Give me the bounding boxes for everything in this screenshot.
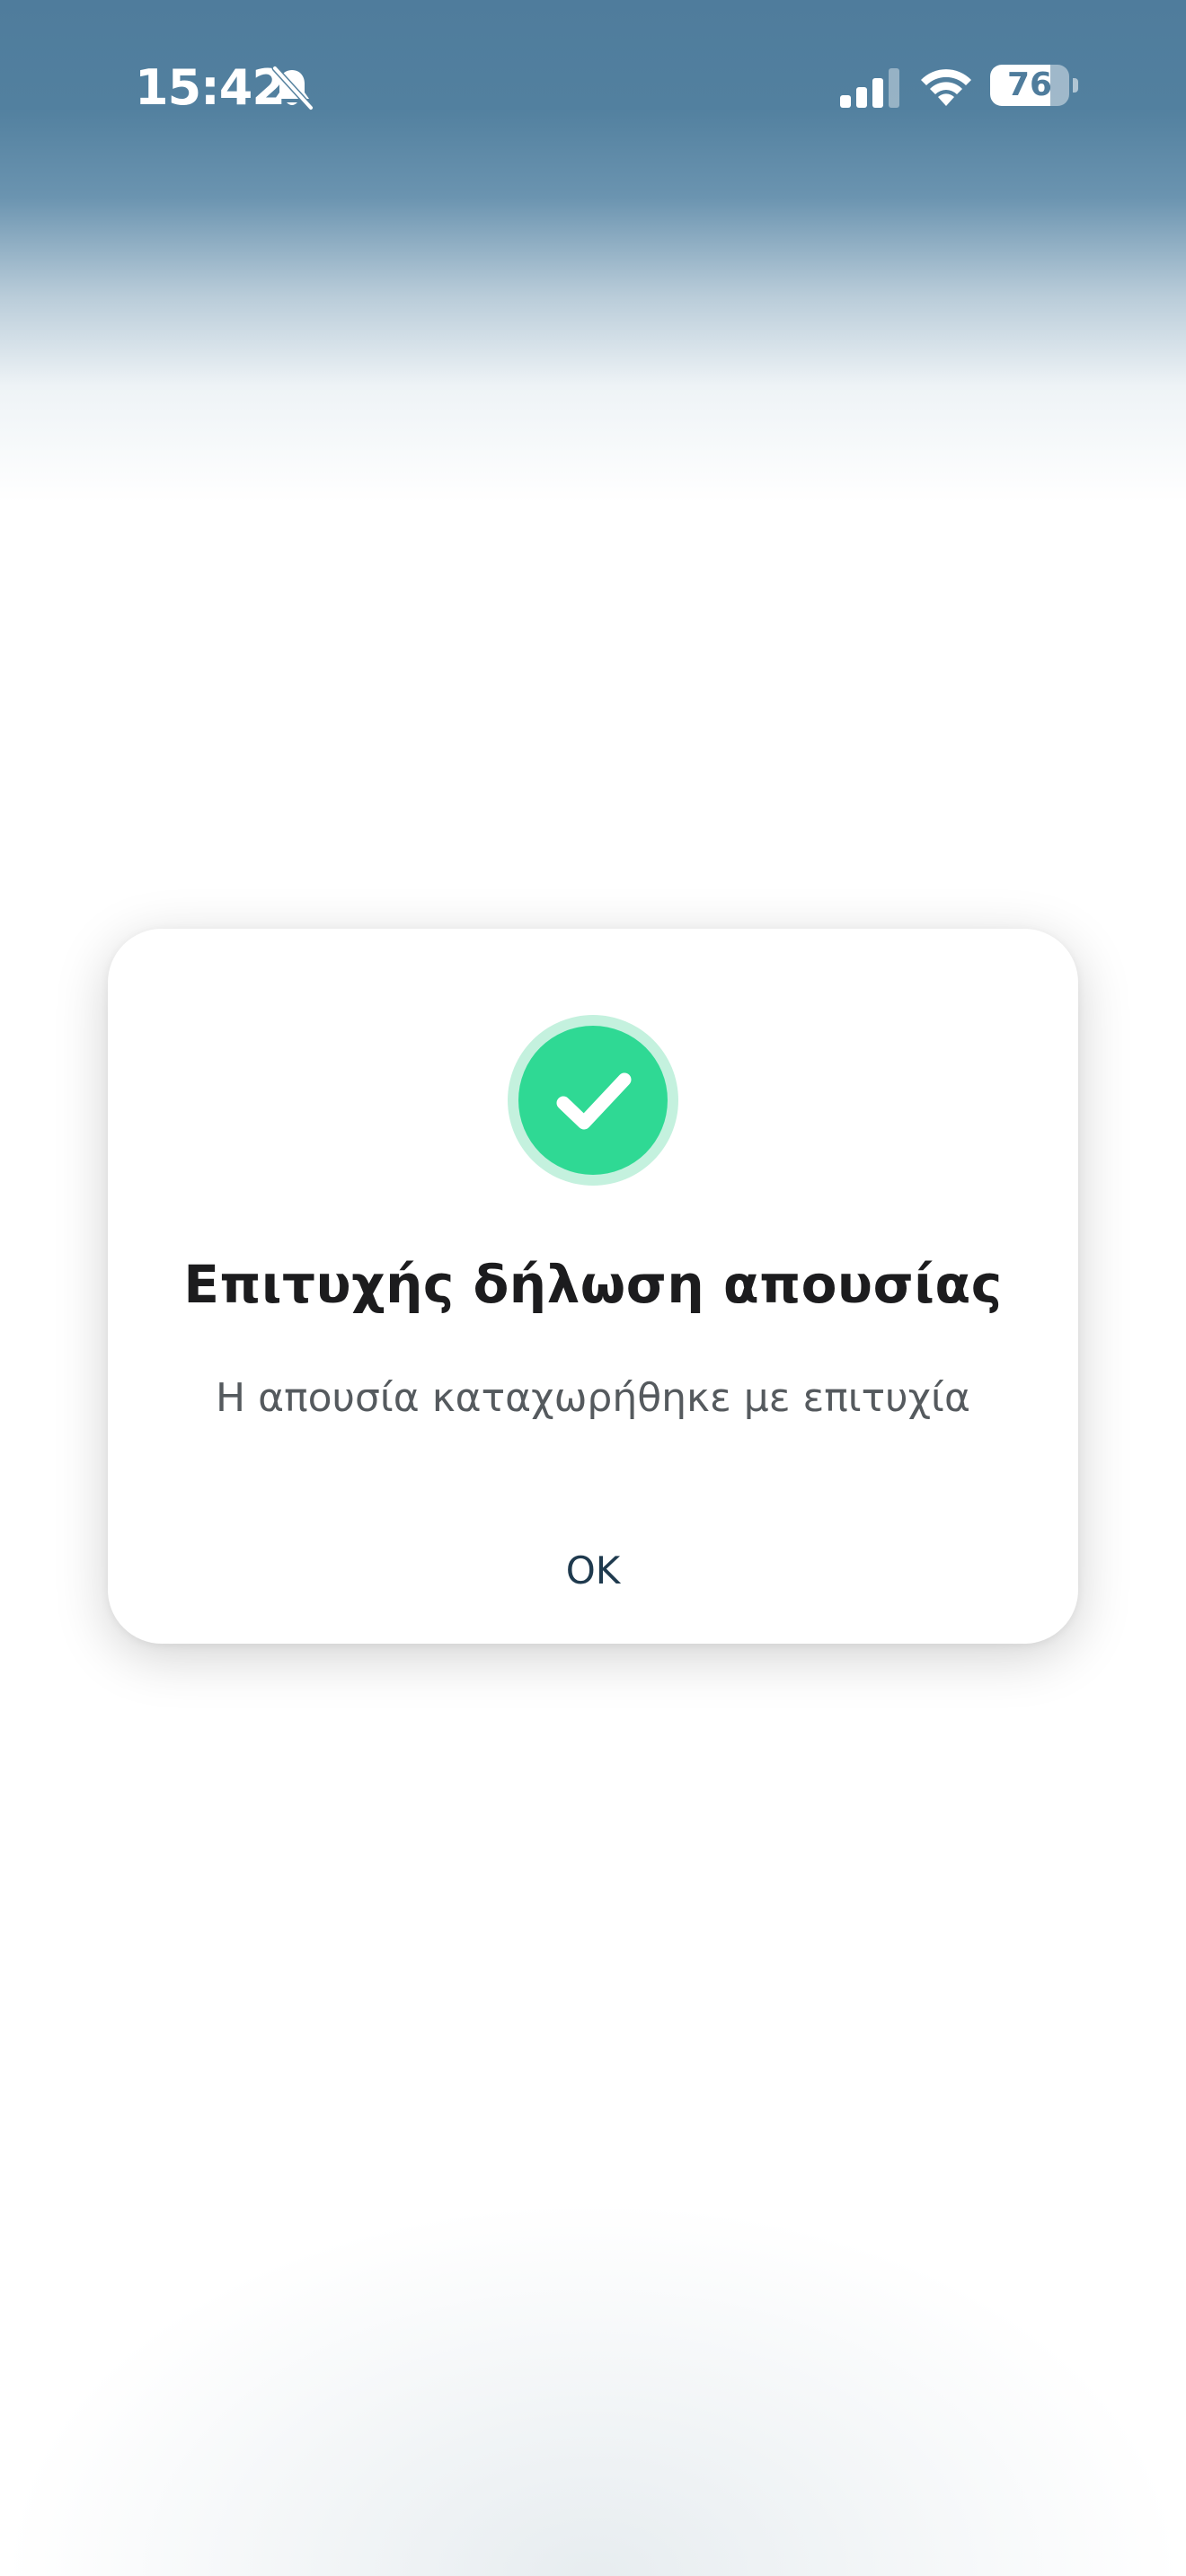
check-circle-fill bbox=[518, 1026, 668, 1175]
wifi-icon bbox=[921, 69, 971, 106]
status-time: 15:42 bbox=[135, 59, 286, 116]
dialog-title: Επιτυχής δήλωση απουσίας bbox=[183, 1254, 1003, 1315]
checkmark-icon bbox=[556, 1072, 632, 1130]
battery-body: 76 bbox=[990, 65, 1069, 106]
success-dialog: Επιτυχής δήλωση απουσίας Η απουσία καταχ… bbox=[108, 929, 1078, 1644]
battery-cap bbox=[1073, 78, 1078, 93]
bottom-shade-background bbox=[0, 2199, 1186, 2576]
battery-icon: 76 bbox=[990, 65, 1078, 108]
check-circle-icon bbox=[508, 1015, 678, 1186]
bell-slash-icon bbox=[271, 65, 314, 111]
dialog-message: Η απουσία καταχωρήθηκε με επιτυχία bbox=[216, 1375, 970, 1421]
status-bar: 15:42 76 bbox=[0, 0, 1186, 171]
battery-level-text: 76 bbox=[1006, 66, 1053, 103]
ok-button[interactable]: OK bbox=[458, 1531, 728, 1611]
cellular-signal-icon bbox=[840, 68, 899, 108]
